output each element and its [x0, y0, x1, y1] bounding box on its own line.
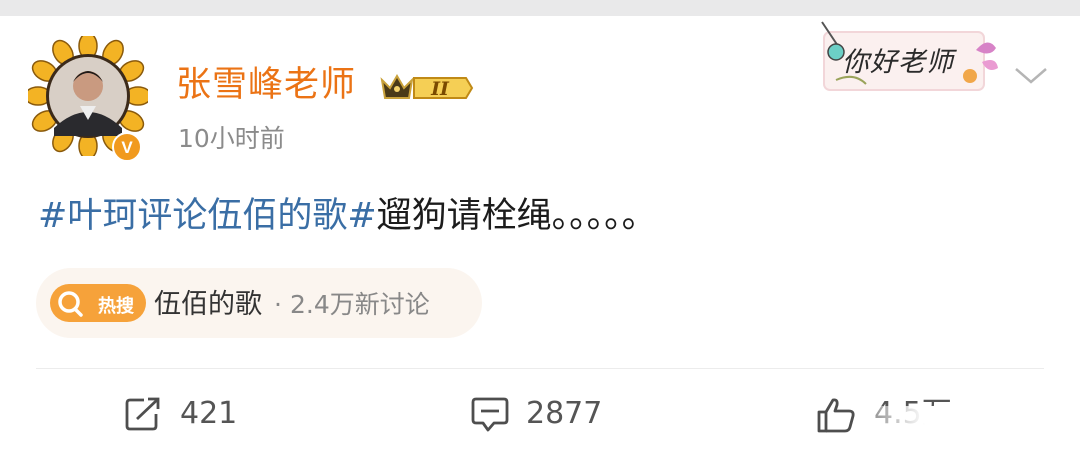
hashtag-link[interactable]: #叶珂评论伍佰的歌# — [38, 196, 377, 236]
hot-search-separator: · — [274, 290, 282, 319]
hot-search-topic[interactable]: 伍佰的歌 — [154, 286, 262, 324]
svg-text:V: V — [121, 138, 133, 157]
author-avatar[interactable]: V — [28, 36, 148, 162]
verified-v-icon: V — [112, 132, 142, 162]
post-body: #叶珂评论伍佰的歌#遛狗请栓绳。。。。。 — [38, 192, 657, 240]
author-name[interactable]: 张雪峰老师 — [176, 64, 356, 106]
action-bar-divider — [36, 368, 1044, 369]
sticker-text: 你好老师 — [842, 47, 954, 78]
repost-count: 421 — [180, 396, 238, 431]
member-level-badge[interactable]: II — [378, 70, 474, 106]
post-text: 遛狗请栓绳。。。。。 — [376, 196, 657, 236]
hot-search-label: 热搜 — [98, 296, 134, 317]
crown-badge-icon: II — [380, 74, 474, 100]
comment-button[interactable]: 2877 — [470, 394, 630, 434]
comment-icon — [471, 397, 509, 432]
comment-count: 2877 — [526, 396, 603, 431]
svg-text:II: II — [430, 78, 450, 100]
like-icon — [817, 398, 855, 433]
repost-button[interactable]: 421 — [124, 394, 264, 434]
post-timestamp: 10小时前 — [178, 124, 285, 153]
post-menu-button[interactable] — [1012, 64, 1050, 88]
watermark-fade-overlay — [858, 406, 1080, 455]
chevron-down-icon — [1015, 68, 1047, 84]
weibo-post-card: V 张雪峰老师 II 10小时前 你好老师 #叶珂评论伍佰的歌#遛狗请栓绳。。。… — [0, 16, 1080, 455]
hot-search-discussions: 2.4万新讨论 — [290, 290, 430, 319]
repost-icon — [125, 397, 160, 431]
